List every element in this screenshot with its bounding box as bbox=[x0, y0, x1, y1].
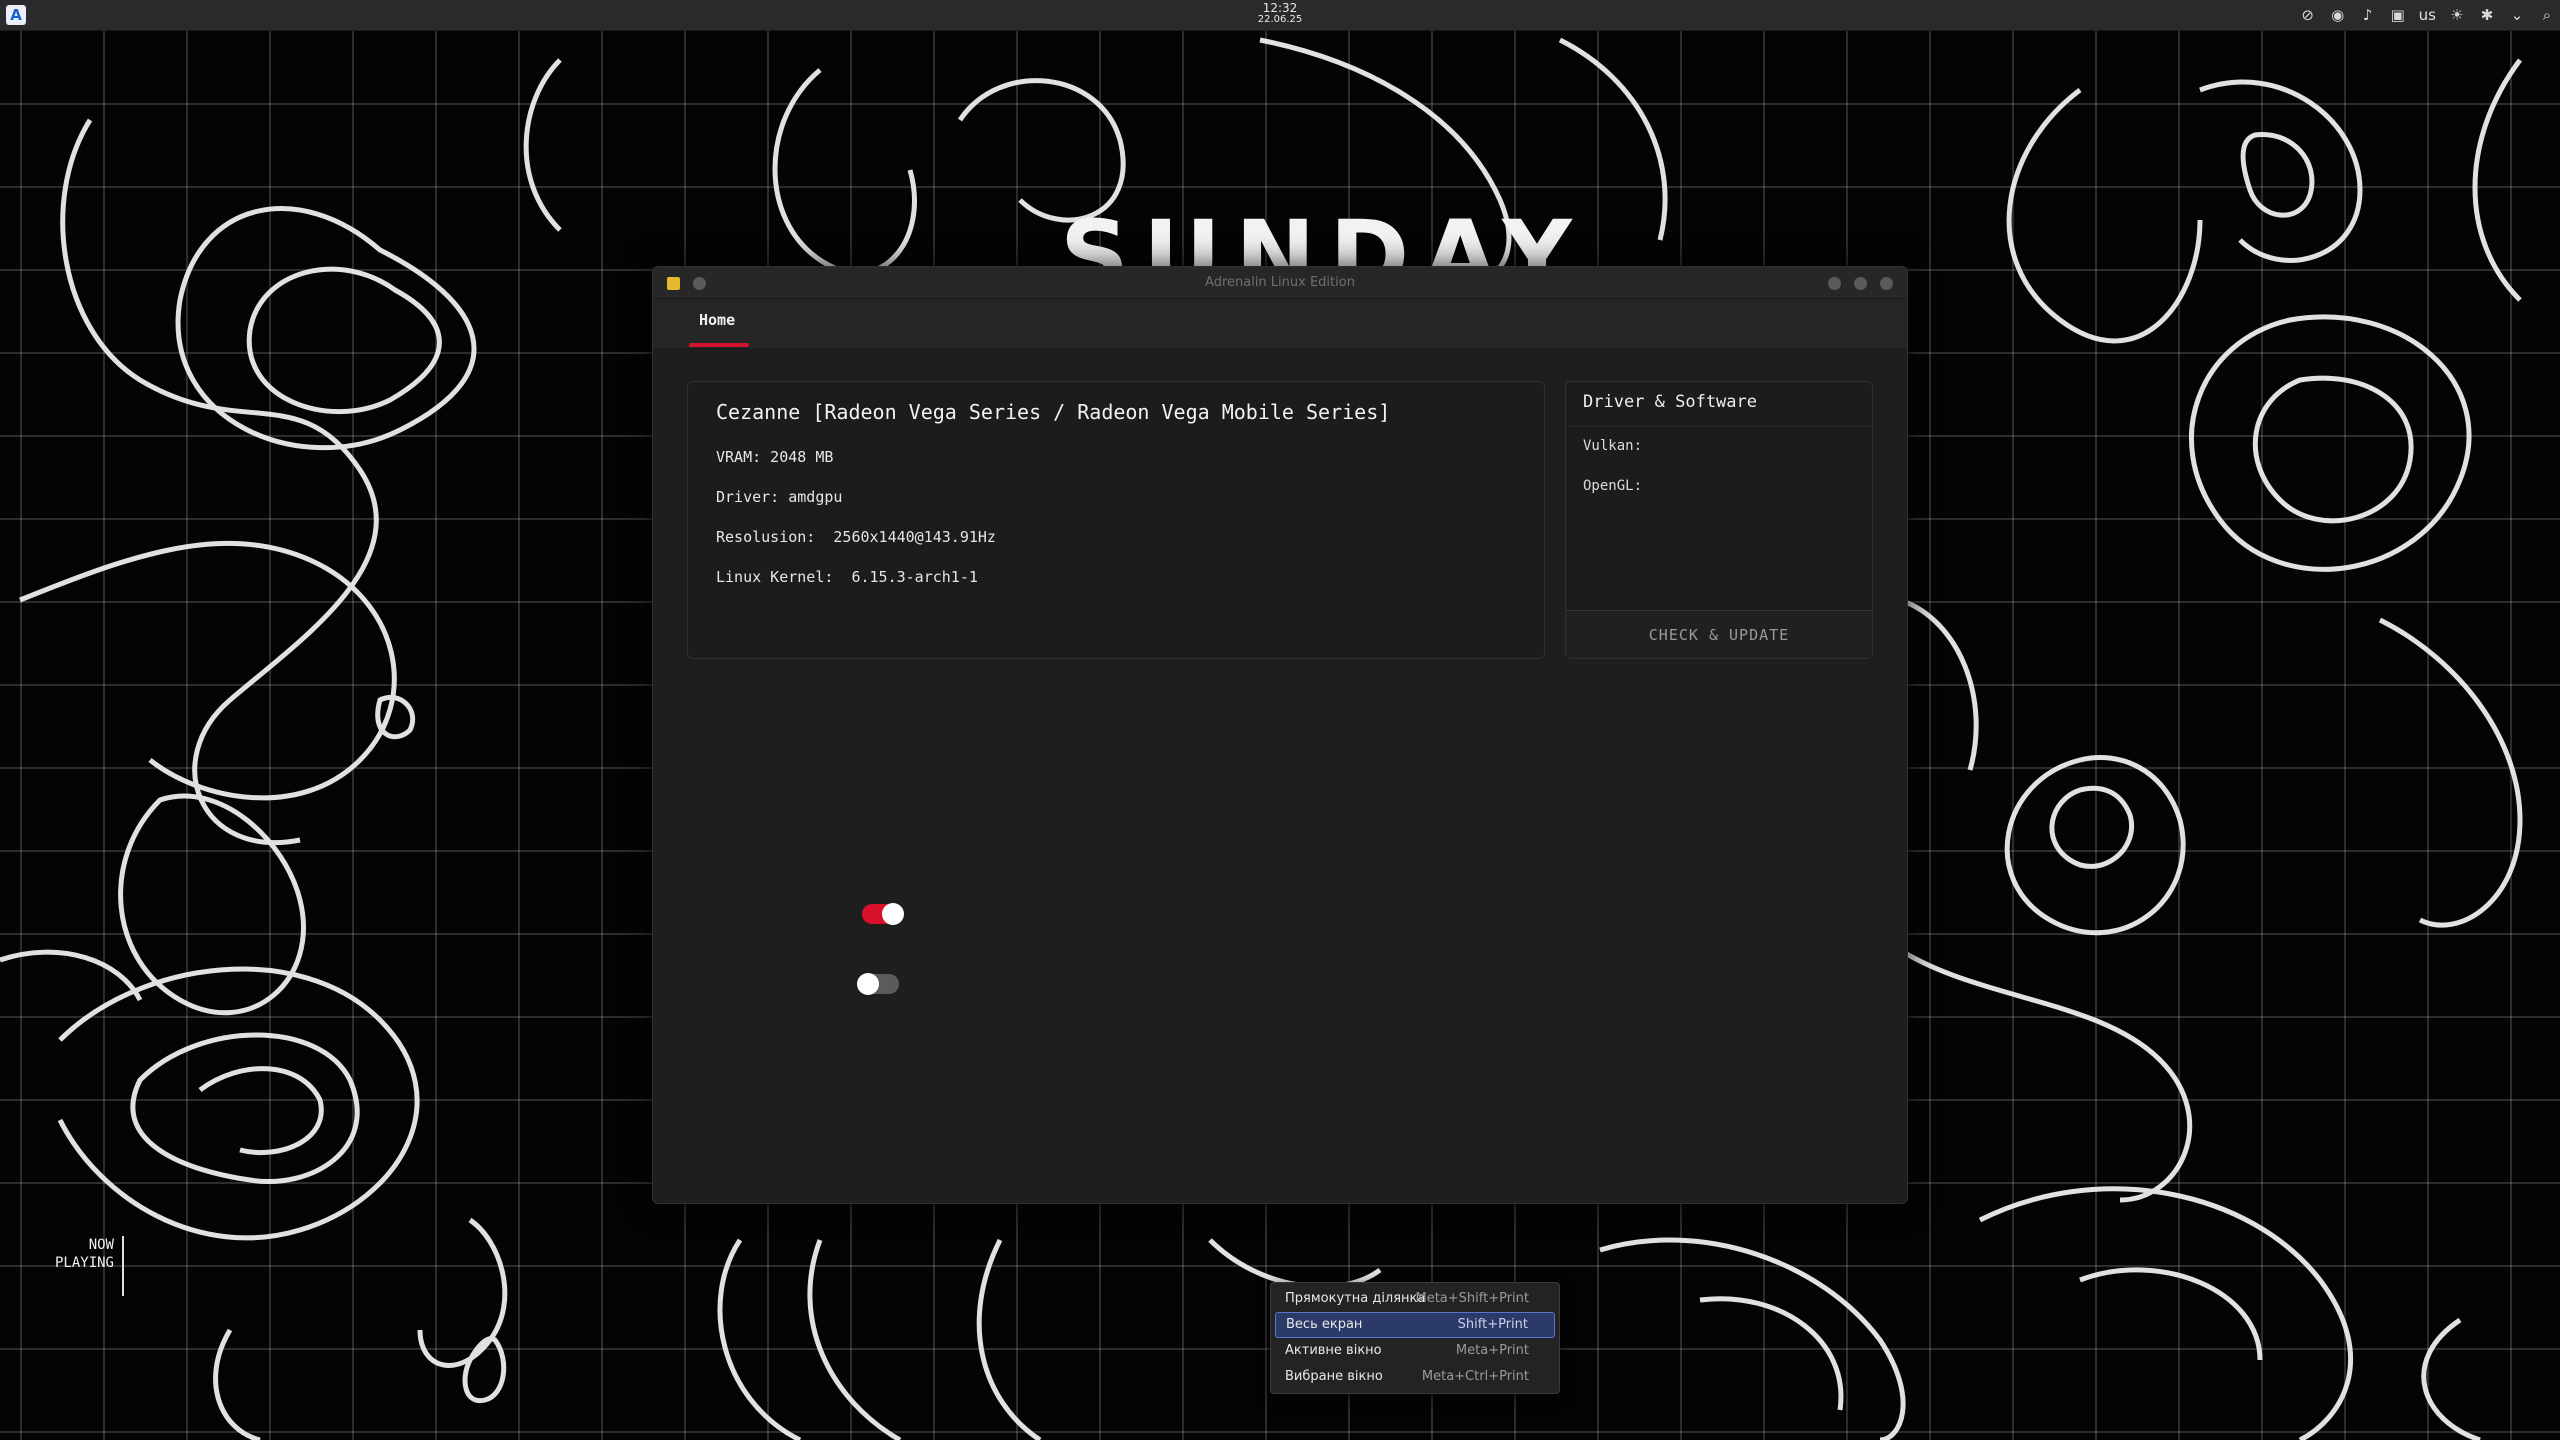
window-titlebar[interactable]: Adrenalin Linux Edition bbox=[653, 267, 1907, 299]
resolution-info: Resolusion: 2560x1440@143.91Hz bbox=[716, 528, 996, 546]
clock-time: 12:32 bbox=[1262, 1, 1298, 15]
gpu-name: Cezanne [Radeon Vega Series / Radeon Veg… bbox=[716, 400, 1391, 424]
menu-item-active-window[interactable]: Активне вікно Meta+Print bbox=[1275, 1338, 1555, 1364]
opengl-label: OpenGL: bbox=[1583, 478, 1643, 494]
window-title: Adrenalin Linux Edition bbox=[1205, 275, 1355, 290]
volume-icon[interactable]: ♪ bbox=[2359, 0, 2377, 31]
check-update-button[interactable]: CHECK & UPDATE bbox=[1566, 610, 1872, 658]
driver-software-card: Driver & Software Vulkan: OpenGL: CHECK … bbox=[1565, 381, 1873, 659]
maximize-button[interactable] bbox=[1854, 277, 1867, 290]
brightness-icon[interactable]: ☀ bbox=[2448, 0, 2466, 31]
driver-info: Driver: amdgpu bbox=[716, 488, 843, 506]
vram-info: VRAM: 2048 MB bbox=[716, 448, 834, 466]
menu-item-selected-window[interactable]: Вибране вікно Meta+Ctrl+Print bbox=[1275, 1364, 1555, 1390]
adrenalin-window: Adrenalin Linux Edition Home Cezanne [Ra… bbox=[652, 266, 1908, 1204]
menu-item-rectangular-region[interactable]: Прямокутна ділянка Meta+Shift+Print bbox=[1275, 1286, 1555, 1312]
driver-card-title: Driver & Software bbox=[1583, 392, 1757, 412]
toggle-switch-off[interactable] bbox=[857, 973, 899, 995]
now-playing-line2: PLAYING bbox=[54, 1255, 114, 1271]
network-off-icon[interactable]: ⊘ bbox=[2299, 0, 2317, 31]
bluetooth-icon[interactable]: ✱ bbox=[2478, 0, 2496, 31]
vulkan-label: Vulkan: bbox=[1583, 438, 1643, 454]
screenshot-menu: Прямокутна ділянка Meta+Shift+Print Весь… bbox=[1270, 1282, 1560, 1394]
search-icon[interactable]: ⌕ bbox=[2538, 0, 2556, 31]
active-tab-indicator bbox=[689, 343, 749, 347]
menu-item-shortcut: Meta+Shift+Print bbox=[1415, 1291, 1529, 1306]
toggle-switch-on[interactable] bbox=[862, 903, 904, 925]
clipboard-icon[interactable]: ▣ bbox=[2389, 0, 2407, 31]
menu-item-label: Вибране вікно bbox=[1285, 1369, 1383, 1384]
discord-icon[interactable]: ◉ bbox=[2329, 0, 2347, 31]
now-playing-widget[interactable]: NOW PLAYING bbox=[40, 1236, 124, 1296]
tab-home[interactable]: Home bbox=[689, 299, 745, 349]
gpu-info-card: Cezanne [Radeon Vega Series / Radeon Veg… bbox=[687, 381, 1545, 659]
toggle-knob bbox=[882, 903, 904, 925]
app-launcher-icon[interactable]: A bbox=[6, 5, 26, 25]
kernel-info: Linux Kernel: 6.15.3-arch1-1 bbox=[716, 568, 978, 586]
top-panel: A 12:32 22.06.25 ⊘ ◉ ♪ ▣ us ☀ ✱ ⌄ ⌕ bbox=[0, 0, 2560, 31]
menu-item-label: Прямокутна ділянка bbox=[1285, 1291, 1426, 1306]
driver-card-divider bbox=[1566, 426, 1872, 427]
tray-expand-icon[interactable]: ⌄ bbox=[2508, 0, 2526, 31]
system-tray: ⊘ ◉ ♪ ▣ us ☀ ✱ ⌄ ⌕ bbox=[2299, 0, 2556, 31]
now-playing-line1: NOW bbox=[88, 1237, 114, 1253]
menu-item-label: Весь екран bbox=[1286, 1317, 1363, 1332]
close-button[interactable] bbox=[1880, 277, 1893, 290]
minimize-button[interactable] bbox=[1828, 277, 1841, 290]
tab-bar: Home bbox=[653, 299, 1907, 349]
menu-item-label: Активне вікно bbox=[1285, 1343, 1382, 1358]
menu-item-full-screen[interactable]: Весь екран Shift+Print bbox=[1275, 1312, 1555, 1338]
clock[interactable]: 12:32 22.06.25 bbox=[1230, 2, 1330, 26]
keyboard-layout[interactable]: us bbox=[2419, 0, 2436, 31]
menu-item-shortcut: Shift+Print bbox=[1457, 1317, 1528, 1332]
clock-date: 22.06.25 bbox=[1257, 14, 1303, 25]
menu-item-shortcut: Meta+Print bbox=[1455, 1343, 1529, 1358]
toggle-knob bbox=[857, 973, 879, 995]
menu-item-shortcut: Meta+Ctrl+Print bbox=[1421, 1369, 1529, 1384]
